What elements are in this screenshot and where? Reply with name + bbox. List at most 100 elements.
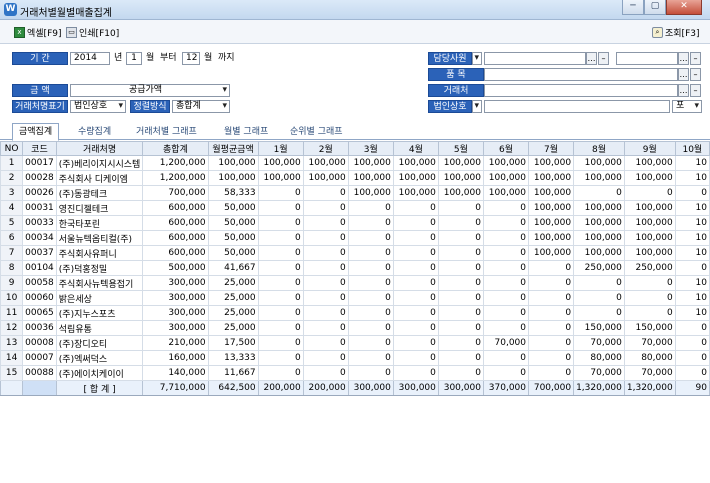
column-header[interactable]: 5월 [437, 141, 484, 156]
sort-select[interactable]: 총합계 [172, 100, 230, 113]
title-bar: W 거래처별월별매출집계 ─ ▢ ✕ [0, 0, 710, 20]
corp-option-select[interactable]: 포 [672, 100, 702, 113]
excel-button-label: 엑셀[F9] [27, 28, 62, 39]
search-button[interactable]: ⌕ 조회[F3] [652, 25, 700, 39]
rep-clear-button[interactable]: – [598, 52, 609, 65]
year-input[interactable]: 2014 [70, 52, 110, 65]
table-cell: 100,000 [482, 170, 530, 186]
rep-name-clear-button[interactable]: – [690, 52, 701, 65]
column-header[interactable]: 2월 [302, 141, 349, 156]
client-label: 거래처 [428, 84, 484, 97]
table-cell: (주)에이치케이이 [55, 365, 144, 381]
table-cell: 0 [257, 260, 304, 276]
name-display-select[interactable]: 법인상호 [70, 100, 126, 113]
table-cell: 50,000 [207, 200, 259, 216]
column-header[interactable]: NO [0, 141, 24, 156]
table-row[interactable]: 5 00033 한국타포린 600,000 50,000 0 0 0 0 0 0 100,000 100… [0, 215, 710, 231]
column-header[interactable]: 거래처명 [55, 141, 144, 156]
table-cell: 0 [392, 215, 439, 231]
table-cell: 100,000 [623, 230, 676, 246]
table-row[interactable]: 6 00034 서울뉴텍옵티컬(주) 600,000 50,000 0 0 0 0 0 0 100,0… [0, 230, 710, 246]
client-lookup-button[interactable]: … [678, 84, 689, 97]
table-row[interactable]: 11 00065 (주)지누스포츠 300,000 25,000 0 0 0 0 0 0 0 0 0 10 [0, 305, 710, 321]
client-clear-button[interactable]: – [690, 84, 701, 97]
total-selected-cell[interactable] [22, 380, 57, 395]
rep-name-input[interactable] [616, 52, 678, 65]
table-cell: 50,000 [207, 230, 259, 246]
table-cell: 0 [257, 305, 304, 321]
month-to-unit: 월 [204, 53, 213, 63]
table-cell: 100,000 [437, 155, 484, 171]
sales-grid[interactable]: NO 코드 거래처명 총합계 월평균금액 1월 2월 3월 4월 5월 6월 7월 8월 9월 10월 10… [0, 141, 710, 396]
print-button[interactable]: ▭ 인쇄[F10] [66, 25, 119, 39]
client-input[interactable] [484, 84, 678, 97]
table-row[interactable]: 9 00058 주식회사뉴텍용접기 300,000 25,000 0 0 0 0 0 0 0 0 0 10 [0, 275, 710, 291]
table-cell: (주)동광테크 [55, 185, 144, 201]
table-cell: 0 [674, 320, 710, 336]
table-cell: 210,000 [142, 335, 209, 351]
total-cell: 1,320,000 [623, 380, 676, 395]
table-row[interactable]: 10 00060 밝은세상 300,000 25,000 0 0 0 0 0 0 0 0 0 10 [0, 290, 710, 306]
table-cell: 50,000 [207, 245, 259, 261]
table-cell: 0 [302, 335, 349, 351]
table-cell: 100,000 [302, 155, 349, 171]
minimize-button[interactable]: ─ [622, 0, 644, 15]
table-row[interactable]: 13 00008 (주)장디오티 210,000 17,500 0 0 0 0 0 70,000 0 7… [0, 335, 710, 351]
rep-dropdown[interactable] [472, 52, 482, 65]
tab-rank-graph[interactable]: 순위별 그래프 [284, 124, 349, 140]
table-cell: 0 [528, 305, 575, 321]
tab-client-graph[interactable]: 거래처별 그래프 [130, 124, 203, 140]
table-cell: 4 [0, 200, 24, 216]
table-row[interactable]: 15 00088 (주)에이치케이이 140,000 11,667 0 0 0 0 0 0 0 70,0… [0, 365, 710, 381]
month-from-input[interactable]: 1 [126, 52, 142, 65]
column-header[interactable]: 4월 [392, 141, 439, 156]
column-header[interactable]: 9월 [623, 141, 676, 156]
table-cell: 0 [302, 230, 349, 246]
column-header[interactable]: 6월 [482, 141, 530, 156]
month-to-input[interactable]: 12 [182, 52, 200, 65]
column-header[interactable]: 1월 [257, 141, 304, 156]
printer-icon: ▭ [66, 26, 77, 38]
table-cell: 150,000 [623, 320, 676, 336]
column-header[interactable]: 코드 [22, 141, 57, 156]
tab-monthly-graph[interactable]: 월별 그래프 [218, 124, 274, 140]
table-row[interactable]: 8 00104 (주)덕홍정밀 500,000 41,667 0 0 0 0 0 0 0 250,000… [0, 260, 710, 276]
table-row[interactable]: 1 00017 (주)베리이지시시스템 1,200,000 100,000 100,000… [0, 155, 710, 171]
tab-quantity-summary[interactable]: 수량집계 [72, 124, 117, 140]
table-cell: 0 [302, 290, 349, 306]
close-button[interactable]: ✕ [666, 0, 702, 15]
table-row[interactable]: 2 00028 주식회사 디케이엠 1,200,000 100,000 100,000 10… [0, 170, 710, 186]
table-cell: 0 [392, 275, 439, 291]
rep-input[interactable] [484, 52, 586, 65]
table-row[interactable]: 7 00037 주식회사유퍼니 600,000 50,000 0 0 0 0 0 0 100,000 1… [0, 245, 710, 261]
tab-amount-summary[interactable]: 금액집계 [12, 123, 60, 141]
table-cell: 100,000 [573, 230, 625, 246]
table-cell: 0 [302, 215, 349, 231]
amount-type-select[interactable]: 공급가액 [70, 84, 230, 97]
item-lookup-button[interactable]: … [678, 68, 689, 81]
column-header[interactable]: 3월 [347, 141, 394, 156]
table-cell: 50,000 [207, 215, 259, 231]
column-header[interactable]: 월평균금액 [207, 141, 259, 156]
corp-input[interactable] [484, 100, 670, 113]
rep-name-lookup-button[interactable]: … [678, 52, 689, 65]
total-cell: 300,000 [392, 380, 439, 395]
column-header[interactable]: 7월 [528, 141, 575, 156]
filter-panel: 기 간 2014 년 1 월 부터 12 월 까지 담당사원 … – … – 품… [0, 44, 710, 121]
table-row[interactable]: 12 00036 석림유통 300,000 25,000 0 0 0 0 0 0 0 150,000 15… [0, 320, 710, 336]
item-input[interactable] [484, 68, 678, 81]
excel-button[interactable]: x 엑셀[F9] [14, 25, 62, 39]
app-logo-icon: W [4, 3, 17, 16]
item-clear-button[interactable]: – [690, 68, 701, 81]
table-cell: 00031 [22, 200, 57, 216]
column-header[interactable]: 8월 [573, 141, 625, 156]
total-cell: 642,500 [207, 380, 259, 395]
table-row[interactable]: 3 00026 (주)동광테크 700,000 58,333 0 0 100,000 100,0… [0, 185, 710, 201]
rep-lookup-button[interactable]: … [586, 52, 597, 65]
table-row[interactable]: 14 00007 (주)엑써덕스 160,000 13,333 0 0 0 0 0 0 0 80,000… [0, 350, 710, 366]
corp-dropdown[interactable] [472, 100, 482, 113]
column-header[interactable]: 10월 [674, 141, 710, 156]
table-row[interactable]: 4 00031 영진디젤테크 600,000 50,000 0 0 0 0 0 0 100,000 10… [0, 200, 710, 216]
maximize-button[interactable]: ▢ [644, 0, 666, 15]
column-header[interactable]: 총합계 [142, 141, 209, 156]
